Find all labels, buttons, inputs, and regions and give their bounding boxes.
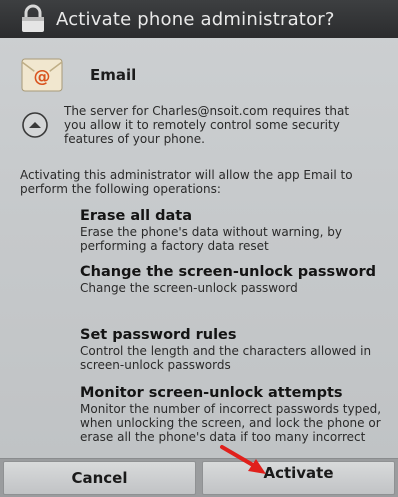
permission-item: Monitor screen-unlock attempts Monitor t…: [80, 385, 390, 444]
activate-button[interactable]: Activate: [202, 461, 395, 495]
app-row: @ Email: [20, 52, 136, 98]
permission-item: Set password rules Control the length an…: [80, 327, 390, 372]
operations-intro: Activating this administrator will allow…: [20, 168, 353, 196]
dialog-title: Activate phone administrator?: [56, 8, 335, 30]
permission-description: Change the screen-unlock password: [80, 281, 298, 295]
permission-item: Change the screen-unlock password Change…: [80, 264, 390, 295]
permission-item: Erase all data Erase the phone's data wi…: [80, 208, 390, 253]
cancel-button[interactable]: Cancel: [3, 461, 196, 495]
dialog-buttons: Cancel Activate: [0, 458, 398, 497]
svg-text:@: @: [34, 67, 51, 87]
lock-icon: [18, 4, 48, 34]
permission-title: Change the screen-unlock password: [80, 264, 377, 280]
app-name: Email: [90, 66, 137, 84]
permission-description: Erase the phone's data without warning, …: [80, 225, 342, 253]
dialog-title-bar: Activate phone administrator?: [0, 0, 398, 38]
permission-description: Monitor the number of incorrect password…: [80, 402, 382, 444]
server-description-row: The server for Charles@nsoit.com require…: [20, 104, 380, 146]
server-description: The server for Charles@nsoit.com require…: [64, 104, 350, 146]
email-app-icon: @: [20, 53, 64, 97]
permission-title: Monitor screen-unlock attempts: [80, 385, 343, 401]
permission-description: Control the length and the characters al…: [80, 344, 372, 372]
permission-title: Erase all data: [80, 208, 193, 224]
device-admin-dialog: Activate phone administrator? @ Email Th…: [0, 0, 398, 497]
chevron-up-circle-icon[interactable]: [20, 110, 50, 140]
permission-title: Set password rules: [80, 327, 237, 343]
